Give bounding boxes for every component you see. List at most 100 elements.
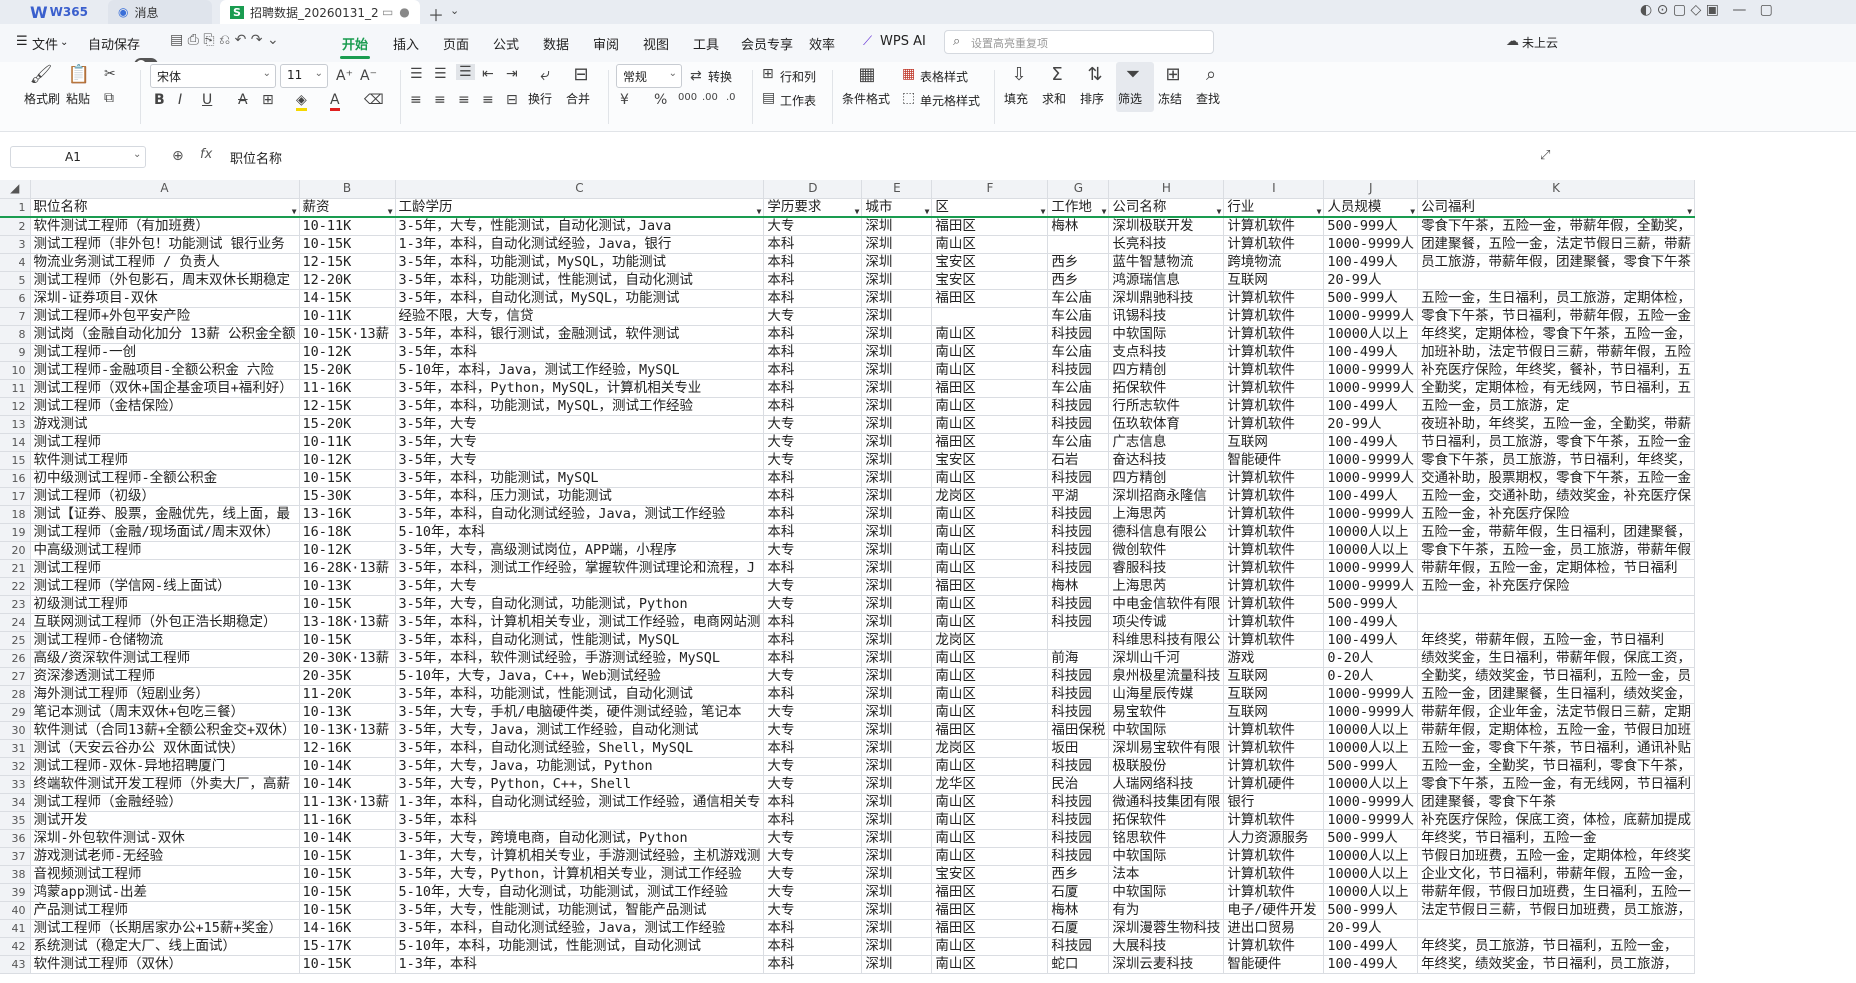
cell[interactable]: 石厦 <box>1047 883 1110 902</box>
cell[interactable]: 科技园 <box>1047 829 1110 848</box>
percent-icon[interactable]: % <box>654 92 667 108</box>
cell[interactable]: 夜班补助，年终奖，五险一金，全勤奖，带薪 <box>1417 415 1696 434</box>
filter-dropdown-icon[interactable]: ▼ <box>388 203 393 215</box>
cell[interactable]: 互联网测试工程师（外包正浩长期稳定） <box>30 613 300 632</box>
cell[interactable]: 深圳 <box>861 631 933 650</box>
cell[interactable]: 本科 <box>763 289 863 308</box>
row-number[interactable]: 23 <box>0 595 31 614</box>
cell[interactable]: 法本 <box>1108 865 1225 884</box>
cell[interactable]: 本科 <box>763 343 863 362</box>
cell[interactable]: 南山区 <box>931 235 1049 254</box>
cell[interactable]: 补充医疗保险，保底工资，体检，底薪加提成 <box>1417 811 1696 830</box>
cell[interactable]: 14-15K <box>299 289 396 308</box>
cell[interactable]: 本科 <box>763 271 863 290</box>
formula-content[interactable]: 职位名称 <box>230 148 282 167</box>
wrap-text-icon[interactable]: ⤶ <box>532 64 558 85</box>
row-number[interactable]: 38 <box>0 865 31 884</box>
cell[interactable]: 游戏测试老师-无经验 <box>30 847 300 866</box>
cell[interactable]: 中软国际 <box>1108 325 1225 344</box>
cell[interactable]: 深圳 <box>861 361 933 380</box>
cell[interactable]: 睿服科技 <box>1108 559 1225 578</box>
cell[interactable]: 四方精创 <box>1108 469 1225 488</box>
tab-brand[interactable]: W W365 <box>20 0 98 24</box>
cell[interactable]: 科技园 <box>1047 847 1110 866</box>
cell[interactable]: 深圳 <box>861 451 933 470</box>
cell[interactable]: 深圳 <box>861 847 933 866</box>
cell[interactable]: 深圳 <box>861 397 933 416</box>
cell[interactable]: 深圳 <box>861 343 933 362</box>
cell[interactable]: 人瑞网络科技 <box>1108 775 1225 794</box>
cell[interactable]: 南山区 <box>931 667 1049 686</box>
cell[interactable]: 团建聚餐，零食下午茶 <box>1417 793 1696 812</box>
find-label[interactable]: 查找 <box>1196 90 1220 107</box>
cell[interactable]: 1000-9999人 <box>1323 505 1419 524</box>
cell[interactable]: 计算机软件 <box>1223 325 1325 344</box>
cell[interactable]: 企业文化，节日福利，带薪年假，五险一金， <box>1417 865 1696 884</box>
cell[interactable]: 10-15K·13薪 <box>299 325 396 344</box>
cell[interactable]: 计算机软件 <box>1223 631 1325 650</box>
row-number[interactable]: 43 <box>0 955 31 974</box>
cell[interactable]: 0-20人 <box>1323 649 1419 668</box>
cell[interactable]: 100-499人 <box>1323 397 1419 416</box>
cell[interactable]: 经验不限，大专，信贷 <box>395 307 765 326</box>
cell[interactable]: 高级/资深软件测试工程师 <box>30 649 300 668</box>
cell[interactable]: 南山区 <box>931 541 1049 560</box>
table-style-icon[interactable]: ▦ <box>902 66 915 82</box>
cell[interactable]: 本科 <box>763 397 863 416</box>
cell[interactable]: 14-16K <box>299 919 396 938</box>
cell[interactable]: 3-5年，本科，银行测试，金融测试，软件测试 <box>395 325 765 344</box>
cell[interactable]: 零食下午茶，五险一金，员工旅游，带薪年假 <box>1417 541 1696 560</box>
cell[interactable]: 3-5年，大专，手机/电脑硬件类，硬件测试经验，笔记本 <box>395 703 765 722</box>
cell[interactable]: 车公庙 <box>1047 379 1110 398</box>
cell[interactable]: 计算机软件 <box>1223 847 1325 866</box>
cell[interactable]: 南山区 <box>931 847 1049 866</box>
cell[interactable]: 本科 <box>763 559 863 578</box>
cell[interactable]: 西乡 <box>1047 271 1110 290</box>
cell[interactable]: 计算机软件 <box>1223 721 1325 740</box>
filter-label[interactable]: 筛选 <box>1118 90 1142 107</box>
cell[interactable]: 本科 <box>763 505 863 524</box>
cell[interactable]: 本科 <box>763 937 863 956</box>
cell[interactable]: 500-999人 <box>1323 289 1419 308</box>
sheet-label[interactable]: 工作表 <box>780 92 816 109</box>
cell[interactable]: 深圳 <box>861 883 933 902</box>
cell[interactable] <box>1047 235 1110 254</box>
row-number[interactable]: 40 <box>0 901 31 920</box>
cell[interactable]: 互联网 <box>1223 703 1325 722</box>
cell[interactable]: 深圳 <box>861 685 933 704</box>
cell[interactable]: 500-999人 <box>1323 829 1419 848</box>
menu-view[interactable]: 视图 <box>643 34 669 53</box>
cell[interactable]: 南山区 <box>931 559 1049 578</box>
quick-access-icons[interactable]: ▤ ⎙ ⎘ ⎌ ↶ ↷ ⌄ <box>170 32 279 48</box>
cell[interactable]: 计算机软件 <box>1223 595 1325 614</box>
cell[interactable]: 10000人以上 <box>1323 325 1419 344</box>
row-col-icon[interactable]: ⊞ <box>762 66 774 82</box>
menu-efficiency[interactable]: 效率 <box>809 34 835 53</box>
cell[interactable]: 南山区 <box>931 343 1049 362</box>
cell[interactable]: 测试岗（金融自动化加分 13薪 公积金全额 <box>30 325 300 344</box>
cell[interactable]: 深圳 <box>861 955 933 974</box>
cell[interactable]: 交通补助，股票期权，零食下午茶，五险一金 <box>1417 469 1696 488</box>
tab-spreadsheet[interactable]: S 招聘数据_20260131_202926 ▭ ● <box>220 0 420 24</box>
cell[interactable]: 100-499人 <box>1323 253 1419 272</box>
thousands-icon[interactable]: 000 <box>678 92 697 103</box>
cell[interactable]: 带薪年假，企业年金，法定节假日三薪，定期 <box>1417 703 1696 722</box>
cell-style-icon[interactable]: ⬚ <box>902 90 915 106</box>
cell[interactable]: 五险一金，带薪年假，生日福利，团建聚餐， <box>1417 523 1696 542</box>
row-number[interactable]: 21 <box>0 559 31 578</box>
menu-data[interactable]: 数据 <box>543 34 569 53</box>
cell[interactable]: 终端软件测试开发工程师（外卖大厂，高薪 <box>30 775 300 794</box>
menu-home[interactable]: 开始 <box>339 34 371 59</box>
fill-label[interactable]: 填充 <box>1004 90 1028 107</box>
strikethrough-icon[interactable]: A <box>238 92 248 108</box>
menu-page[interactable]: 页面 <box>443 34 469 53</box>
cell[interactable]: 计算机软件 <box>1223 289 1325 308</box>
cell[interactable]: 计算机软件 <box>1223 757 1325 776</box>
row-number[interactable]: 35 <box>0 811 31 830</box>
cell[interactable]: 年终奖，员工旅游，节日福利，五险一金， <box>1417 937 1696 956</box>
cell[interactable]: 年终奖，节日福利，五险一金 <box>1417 829 1696 848</box>
fill-icon[interactable]: ⇩ <box>1006 64 1032 85</box>
cell[interactable]: 3-5年，大专 <box>395 415 765 434</box>
cell[interactable]: 11-20K <box>299 685 396 704</box>
cell[interactable]: 3-5年，本科，自动化测试经验，Java，测试工作经验 <box>395 919 765 938</box>
